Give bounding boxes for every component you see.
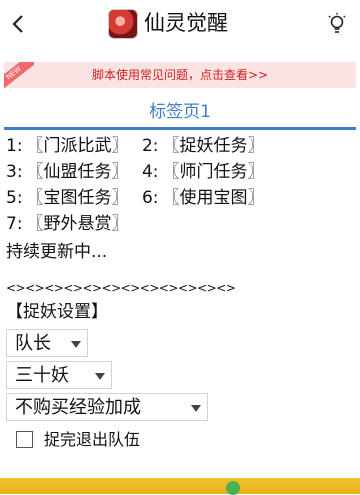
count-select-value: 三十妖 — [15, 365, 69, 386]
task-item-6[interactable]: 6: 〖使用宝图〗 — [142, 188, 269, 208]
task-item-7[interactable]: 7: 〖野外悬赏〗 — [6, 214, 133, 234]
task-item-1[interactable]: 1: 〖门派比武〗 — [6, 136, 133, 156]
task-row-1: 1: 〖门派比武〗 2: 〖捉妖任务〗 — [6, 134, 273, 158]
back-arrow-icon[interactable] — [8, 11, 30, 37]
exp-select-value: 不购买经验加成 — [15, 397, 141, 418]
task-name: 〖仙盟任务〗 — [26, 162, 129, 182]
task-row-4: 7: 〖野外悬赏〗 — [6, 212, 137, 236]
dropdown-caret-icon — [95, 373, 105, 380]
exit-team-label: 捉完退出队伍 — [44, 430, 141, 449]
dropdown-caret-icon — [191, 405, 201, 412]
task-name: 〖宝图任务〗 — [26, 188, 129, 208]
task-index: 5: — [6, 188, 23, 208]
notice-text[interactable]: 脚本使用常见问题，点击查看>> — [4, 62, 356, 88]
count-select[interactable]: 三十妖 — [6, 361, 112, 389]
role-select-value: 队长 — [15, 333, 51, 354]
task-name: 〖野外悬赏〗 — [26, 214, 129, 234]
exp-select[interactable]: 不购买经验加成 — [6, 393, 208, 421]
task-item-2[interactable]: 2: 〖捉妖任务〗 — [142, 136, 269, 156]
task-name: 〖门派比武〗 — [26, 136, 129, 156]
task-index: 7: — [6, 214, 23, 234]
section-title: 【捉妖设置】 — [6, 302, 108, 322]
task-index: 1: — [6, 136, 23, 156]
app-icon — [108, 9, 138, 39]
top-bar: 仙灵觉醒 — [0, 0, 360, 50]
exit-team-checkbox[interactable] — [16, 431, 33, 448]
app-title: 仙灵觉醒 — [144, 11, 228, 35]
update-status-text: 持续更新中... — [6, 242, 108, 262]
task-index: 4: — [141, 162, 159, 182]
task-item-4[interactable]: 4: 〖师门任务〗 — [142, 162, 269, 182]
task-item-5[interactable]: 5: 〖宝图任务〗 — [6, 188, 133, 208]
role-select[interactable]: 队长 — [6, 329, 88, 357]
task-row-3: 5: 〖宝图任务〗 6: 〖使用宝图〗 — [6, 186, 273, 210]
task-name: 〖使用宝图〗 — [162, 188, 265, 208]
lightbulb-icon[interactable] — [326, 12, 348, 36]
task-index: 2: — [141, 136, 159, 156]
task-index: 3: — [6, 162, 23, 182]
task-item-3[interactable]: 3: 〖仙盟任务〗 — [6, 162, 133, 182]
start-icon — [226, 481, 240, 495]
dropdown-caret-icon — [71, 341, 81, 348]
separator-line: <><><><><><><><><><><><> — [6, 281, 236, 295]
task-index: 6: — [141, 188, 159, 208]
tab-underline — [4, 127, 356, 130]
task-row-2: 3: 〖仙盟任务〗 4: 〖师门任务〗 — [6, 160, 273, 184]
tab-1[interactable]: 标签页1 — [4, 98, 356, 126]
task-name: 〖师门任务〗 — [162, 162, 265, 182]
faq-notice-banner[interactable]: NEW 脚本使用常见问题，点击查看>> — [4, 62, 356, 88]
task-name: 〖捉妖任务〗 — [162, 136, 265, 156]
bottom-action-bar[interactable] — [0, 478, 360, 495]
